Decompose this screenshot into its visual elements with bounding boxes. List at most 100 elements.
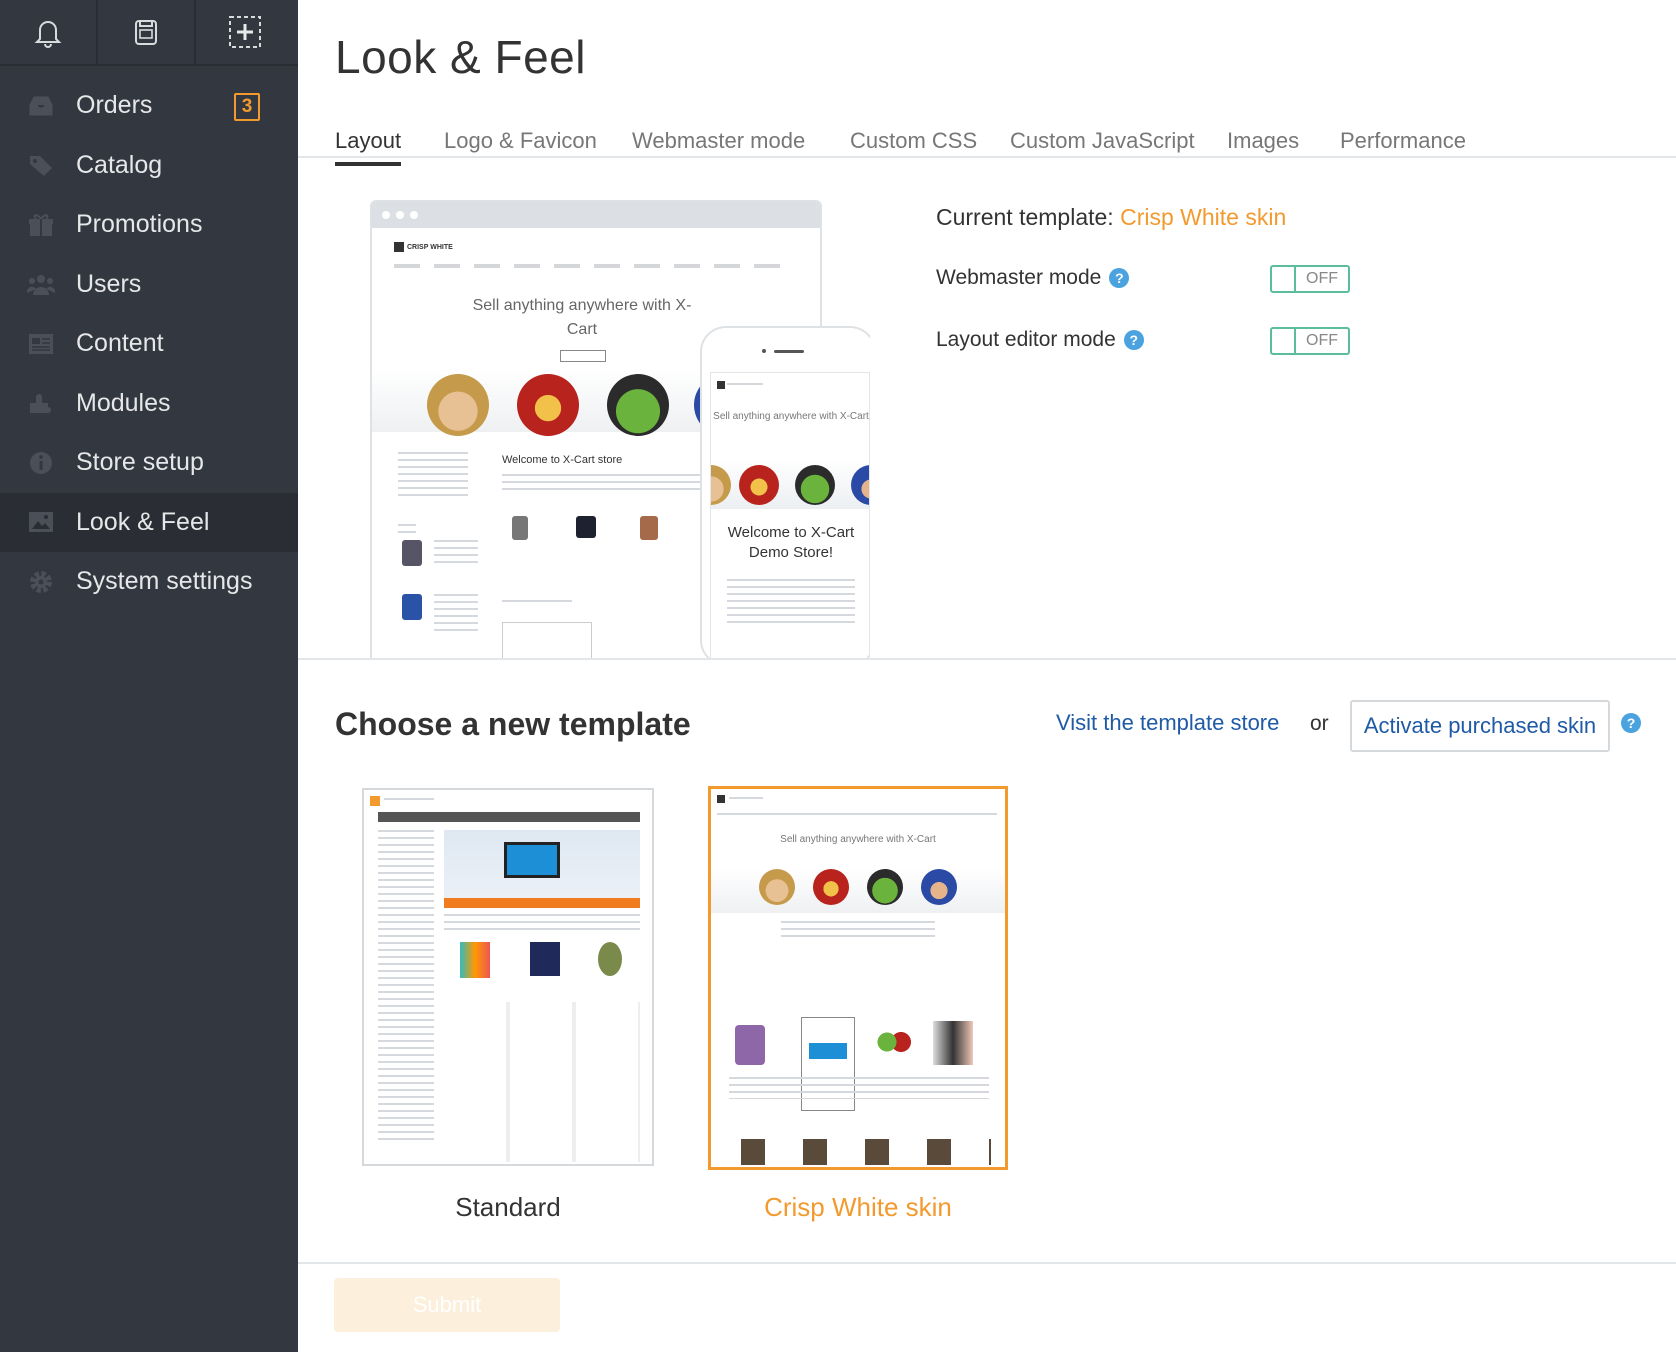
crisp-product-thumb bbox=[735, 1025, 765, 1065]
toggle-state: OFF bbox=[1306, 270, 1338, 287]
add-icon bbox=[229, 16, 261, 48]
activate-purchased-skin-button[interactable]: Activate purchased skin bbox=[1350, 700, 1610, 752]
standard-navbar bbox=[378, 812, 640, 822]
tab-performance[interactable]: Performance bbox=[1340, 128, 1466, 162]
preview-product-thumb bbox=[402, 540, 422, 566]
sidebar-item-users[interactable]: Users bbox=[0, 255, 298, 315]
mobile-screen: Sell anything anywhere with X-Cart Welco… bbox=[710, 372, 870, 660]
footer-divider bbox=[298, 1262, 1676, 1264]
tab-layout[interactable]: Layout bbox=[335, 128, 402, 166]
look-feel-icon bbox=[27, 510, 55, 534]
mobile-welcome-text bbox=[727, 579, 855, 623]
tabs-bar: Layout Logo & Favicon Webmaster mode Cus… bbox=[298, 118, 1676, 166]
preview-product-thumb bbox=[402, 594, 422, 620]
crisp-product-thumb bbox=[873, 1025, 913, 1059]
crisp-logo-text bbox=[729, 797, 763, 801]
ironman-figure-image bbox=[739, 465, 779, 505]
sidebar-item-label: Look & Feel bbox=[76, 507, 210, 536]
template-standard-name[interactable]: Standard bbox=[362, 1192, 654, 1223]
standard-product-thumb bbox=[460, 942, 490, 978]
sidebar-item-label: Users bbox=[76, 269, 142, 298]
sidebar-item-content[interactable]: Content bbox=[0, 314, 298, 374]
hulk-figure-image bbox=[607, 374, 669, 436]
standard-sidebar bbox=[378, 830, 434, 1140]
current-template-label: Current template: bbox=[936, 204, 1114, 230]
ironman-figure-image bbox=[813, 869, 849, 905]
preview-category-thumb bbox=[640, 516, 658, 540]
crisp-logo-icon bbox=[717, 795, 725, 803]
preview-product-text bbox=[434, 540, 478, 568]
thor-figure-image bbox=[427, 374, 489, 436]
sidebar-item-modules[interactable]: Modules bbox=[0, 374, 298, 434]
toggle-knob bbox=[1272, 267, 1296, 291]
captain-figure-image bbox=[921, 869, 957, 905]
preview-logo: CRISP WHITE bbox=[394, 242, 453, 252]
sidebar-item-promotions[interactable]: Promotions bbox=[0, 195, 298, 255]
mobile-welcome: Welcome to X-Cart Demo Store! bbox=[727, 524, 855, 561]
template-standard-thumbnail[interactable] bbox=[362, 788, 654, 1166]
tab-webmaster-mode[interactable]: Webmaster mode bbox=[632, 128, 805, 162]
help-icon[interactable]: ? bbox=[1109, 268, 1130, 288]
sidebar-item-label: Orders bbox=[76, 91, 153, 120]
promotions-icon bbox=[27, 213, 55, 237]
hulk-figure-image bbox=[795, 465, 835, 505]
app-root: Orders 3 Catalog Promotions Users Conten… bbox=[0, 0, 1676, 1352]
bell-icon bbox=[34, 21, 62, 48]
template-crisp-white-name[interactable]: Crisp White skin bbox=[708, 1192, 1008, 1223]
sidebar-item-system-settings[interactable]: System settings bbox=[0, 552, 298, 612]
storefront-button[interactable] bbox=[98, 0, 196, 64]
crisp-hero-band bbox=[711, 869, 1005, 913]
help-icon[interactable]: ? bbox=[1123, 330, 1144, 350]
preview-nav bbox=[394, 264, 794, 268]
hulk-figure-image bbox=[867, 869, 903, 905]
preview-category-thumb bbox=[576, 516, 596, 538]
mobile-preview: Sell anything anywhere with X-Cart Welco… bbox=[700, 326, 870, 660]
webmaster-mode-toggle[interactable]: OFF bbox=[1270, 265, 1350, 293]
tab-custom-javascript[interactable]: Custom JavaScript bbox=[1010, 128, 1195, 162]
mobile-hero-text: Sell anything anywhere with X-Cart bbox=[713, 411, 869, 422]
mobile-logo-text bbox=[727, 383, 763, 387]
sidebar-item-label: Store setup bbox=[76, 448, 204, 477]
sidebar-item-catalog[interactable]: Catalog bbox=[0, 136, 298, 196]
tab-custom-css[interactable]: Custom CSS bbox=[850, 128, 977, 162]
standard-logo-text bbox=[384, 798, 434, 802]
preview-product-text bbox=[434, 594, 478, 634]
settings-icon bbox=[27, 570, 55, 594]
quick-add-button[interactable] bbox=[196, 0, 294, 64]
toggle-state: OFF bbox=[1306, 332, 1338, 349]
standard-logo-icon bbox=[370, 796, 380, 806]
toggle-knob bbox=[1272, 329, 1296, 353]
standard-text bbox=[444, 914, 640, 934]
sidebar-item-store-setup[interactable]: Store setup bbox=[0, 433, 298, 493]
tab-images[interactable]: Images bbox=[1227, 128, 1299, 162]
sidebar-item-look-feel[interactable]: Look & Feel bbox=[0, 492, 298, 552]
preview-featured-card bbox=[502, 622, 592, 660]
help-icon[interactable]: ? bbox=[1620, 712, 1642, 734]
sidebar: Orders 3 Catalog Promotions Users Conten… bbox=[0, 0, 298, 1352]
submit-button[interactable]: Submit bbox=[334, 1278, 560, 1332]
standard-banner-laptop bbox=[504, 842, 560, 878]
thor-figure-image bbox=[759, 869, 795, 905]
template-crisp-white-thumbnail[interactable]: Sell anything anywhere with X-Cart bbox=[708, 786, 1008, 1170]
preview-hero-button bbox=[560, 350, 606, 362]
tab-logo-favicon[interactable]: Logo & Favicon bbox=[444, 128, 597, 162]
sidebar-item-label: Content bbox=[76, 329, 164, 358]
crisp-hero-text: Sell anything anywhere with X-Cart bbox=[780, 834, 936, 845]
orders-count-badge: 3 bbox=[234, 93, 260, 121]
svg-text:?: ? bbox=[1627, 715, 1636, 731]
crisp-products-row bbox=[741, 1139, 991, 1165]
standard-banner-strip bbox=[444, 898, 640, 908]
visit-template-store-link[interactable]: Visit the template store bbox=[1056, 710, 1279, 736]
sidebar-item-label: Modules bbox=[76, 388, 171, 417]
preview-welcome: Welcome to X-Cart store bbox=[502, 454, 623, 466]
crisp-welcome-text bbox=[781, 921, 935, 939]
layout-editor-mode-toggle[interactable]: OFF bbox=[1270, 327, 1350, 355]
page-title: Look & Feel bbox=[335, 31, 586, 83]
webmaster-mode-label: Webmaster mode bbox=[936, 266, 1102, 289]
layout-editor-mode-row: Layout editor mode ? bbox=[936, 328, 1144, 352]
current-template: Current template: Crisp White skin bbox=[936, 204, 1286, 231]
notifications-button[interactable] bbox=[0, 0, 98, 64]
store-icon bbox=[135, 20, 157, 45]
sidebar-item-orders[interactable]: Orders 3 bbox=[0, 76, 298, 136]
standard-product-thumb bbox=[598, 942, 622, 976]
